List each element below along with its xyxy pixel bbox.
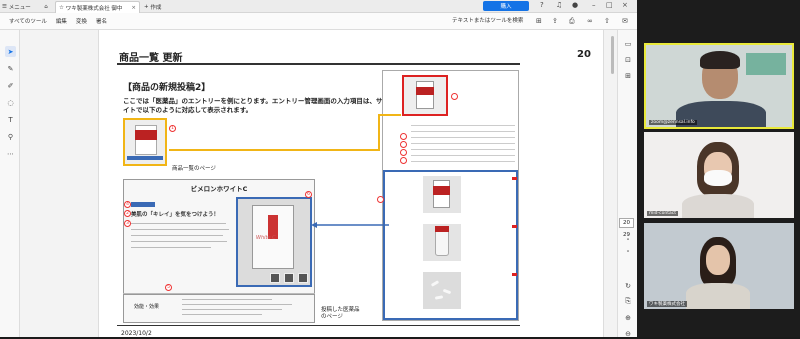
participant-tile-2[interactable]: mid-contact <box>644 132 794 218</box>
page-icon[interactable]: ⎘ <box>622 296 634 307</box>
zoom-in-icon[interactable]: ⊕ <box>622 312 634 323</box>
person-hair <box>700 51 740 69</box>
tab-new-label: 作成 <box>150 5 162 11</box>
menu-sign[interactable]: 署名 <box>96 17 107 25</box>
page-total: 29 <box>623 232 630 238</box>
tab-document-label: ワキ製薬株式会社 御中 <box>65 5 123 12</box>
person-shirt <box>686 283 750 309</box>
footer-rule <box>117 325 520 326</box>
tab-document[interactable]: ☆ ワキ製薬株式会社 御中 × <box>55 1 140 13</box>
draw-pen-icon[interactable]: ✐ <box>5 80 16 91</box>
face-mask <box>704 170 732 186</box>
text-box-icon[interactable]: T <box>5 114 16 125</box>
home-icon: ☰ <box>2 4 7 10</box>
wall-poster <box>746 53 786 75</box>
print-icon[interactable]: ⎙ <box>569 17 575 26</box>
close-window-icon[interactable]: × <box>622 1 628 9</box>
buy-button[interactable]: 購入 <box>483 1 529 11</box>
menu-convert[interactable]: 変換 <box>76 17 87 25</box>
tab-bar: ☰ メニュー ⌂ ☆ ワキ製薬株式会社 御中 × + 作成 購入 ? ♫ ● – … <box>0 0 637 13</box>
search-tools-input[interactable]: テキストまたはツールを検索 <box>452 16 523 24</box>
close-icon[interactable]: × <box>131 5 136 11</box>
lasso-icon[interactable]: ◌ <box>5 97 16 108</box>
participant-name: ワキ製薬株式会社 <box>647 301 687 307</box>
scroll-thumb[interactable] <box>611 36 614 74</box>
profile-icon[interactable]: ● <box>572 1 578 9</box>
page-date: 2023/10/2 <box>121 330 152 337</box>
home-tab[interactable]: ⌂ <box>40 1 52 13</box>
more-icon[interactable]: ⋯ <box>5 148 16 159</box>
help-icon[interactable]: ? <box>540 1 544 9</box>
pdf-viewer-app: ☰ メニュー ⌂ ☆ ワキ製薬株式会社 御中 × + 作成 購入 ? ♫ ● – … <box>0 0 637 339</box>
vertical-scrollbar[interactable] <box>610 34 615 324</box>
participant-name: mid-contact <box>647 211 678 216</box>
bell-icon[interactable]: ♫ <box>556 1 562 9</box>
participant-tile-3[interactable]: ワキ製薬株式会社 <box>644 223 794 309</box>
page-down-icon[interactable]: ˅ <box>622 248 634 259</box>
house-icon: ⌂ <box>44 4 48 10</box>
menu-edit[interactable]: 編集 <box>56 17 67 25</box>
comment-panel-icon[interactable]: ▭ <box>622 38 634 49</box>
pages-icon[interactable]: ⊞ <box>622 70 634 81</box>
zoom-out-icon[interactable]: ⊖ <box>622 328 634 339</box>
refresh-icon[interactable]: ↻ <box>622 280 634 291</box>
participant-tile-1[interactable]: zoom@zennsal.info <box>644 43 794 129</box>
plus-icon: + <box>144 4 149 10</box>
tab-menu-label: メニュー <box>8 5 31 11</box>
stamp-icon[interactable]: ⚲ <box>5 131 16 142</box>
page-number-input[interactable]: 20 <box>619 218 634 228</box>
left-toolbar: ➤ ✎ ✐ ◌ T ⚲ ⋯ <box>0 30 20 337</box>
person-shirt <box>682 194 754 218</box>
save-icon[interactable]: ⊞ <box>536 17 542 25</box>
tab-new[interactable]: + 作成 <box>144 1 174 13</box>
maximize-icon[interactable]: □ <box>606 1 613 9</box>
menu-bar: すべてのツール 編集 変換 署名 テキストまたはツールを検索 ⊞ ⇪ ⎙ ∞ ⇧… <box>0 13 637 30</box>
minimize-icon[interactable]: – <box>592 1 596 9</box>
star-icon[interactable]: ☆ <box>59 5 64 11</box>
connector-lines <box>169 114 401 228</box>
share-icon[interactable]: ⇧ <box>604 17 610 25</box>
video-call-panel: zoom@zennsal.info mid-contact ワキ製薬株式会社 <box>637 0 800 337</box>
participant-name: zoom@zennsal.info <box>649 120 697 125</box>
upload-icon[interactable]: ⇪ <box>552 17 558 25</box>
select-cursor-icon[interactable]: ➤ <box>5 46 16 57</box>
right-toolbar: ▭ ⊡ ⊞ ˄ ˅ ↻ ⎘ ⊕ ⊖ <box>617 30 637 339</box>
comment-icon[interactable]: ✎ <box>5 63 16 74</box>
person-head <box>706 245 730 275</box>
menu-all-tools[interactable]: すべてのツール <box>9 17 47 25</box>
pdf-page: 商品一覧 更新 20 【商品の新規投稿2】 ここでは「医薬品」のエントリーを例に… <box>98 30 604 337</box>
bookmark-icon[interactable]: ⊡ <box>622 54 634 65</box>
tab-menu[interactable]: ☰ メニュー <box>2 1 40 13</box>
link-icon[interactable]: ∞ <box>587 17 593 25</box>
mail-icon[interactable]: ✉ <box>622 17 628 25</box>
